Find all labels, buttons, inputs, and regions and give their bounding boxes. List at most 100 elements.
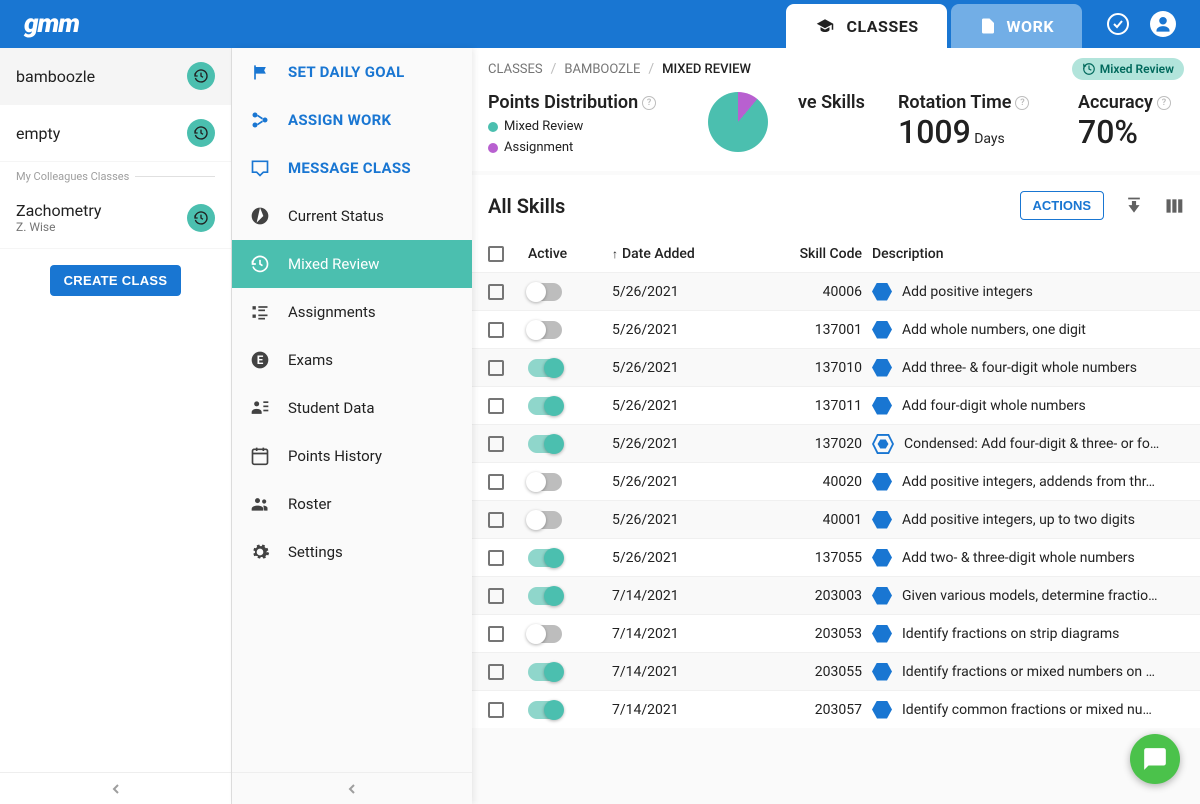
actions-button[interactable]: ACTIONS <box>1020 191 1105 220</box>
tab-work[interactable]: WORK <box>951 4 1082 48</box>
row-checkbox[interactable] <box>488 398 504 414</box>
col-active[interactable]: Active <box>528 246 612 262</box>
goal-icon <box>250 62 270 82</box>
roster-icon <box>250 494 270 514</box>
row-checkbox[interactable] <box>488 360 504 376</box>
crumb-bamboozle[interactable]: BAMBOOZLE <box>564 62 640 77</box>
help-icon[interactable]: ? <box>1015 96 1029 110</box>
help-icon[interactable]: ? <box>642 96 656 110</box>
row-checkbox[interactable] <box>488 588 504 604</box>
cell-desc: Identify fractions on strip diagrams <box>902 626 1119 642</box>
nav-assign[interactable]: ASSIGN WORK <box>232 96 472 144</box>
nav-settings[interactable]: Settings <box>232 528 472 576</box>
chat-button[interactable] <box>1130 734 1180 784</box>
account-icon[interactable] <box>1150 11 1176 37</box>
active-toggle[interactable] <box>528 663 562 681</box>
nav-roster[interactable]: Roster <box>232 480 472 528</box>
active-toggle[interactable] <box>528 549 562 567</box>
nav-label: MESSAGE CLASS <box>288 159 411 177</box>
classes-icon <box>814 17 836 35</box>
class-name: bamboozle <box>16 67 95 86</box>
section-title: All Skills <box>488 194 565 218</box>
collapse-sidebar-1[interactable] <box>0 772 231 804</box>
table-row: 5/26/202140001Add positive integers, up … <box>472 500 1200 538</box>
legend-dot-mixed <box>488 122 498 132</box>
cell-code: 137055 <box>768 550 872 566</box>
crumb-classes[interactable]: CLASSES <box>488 62 543 77</box>
columns-icon[interactable] <box>1164 196 1184 216</box>
stat-points-distribution: Points Distribution? Mixed Review Assign… <box>488 92 678 155</box>
help-icon[interactable]: ? <box>1157 96 1171 110</box>
row-checkbox[interactable] <box>488 626 504 642</box>
cell-code: 40020 <box>768 474 872 490</box>
cell-date: 7/14/2021 <box>612 626 768 642</box>
class-item[interactable]: empty <box>0 105 231 162</box>
col-code[interactable]: Skill Code <box>768 246 872 262</box>
skill-hex-icon <box>872 473 892 491</box>
active-toggle[interactable] <box>528 701 562 719</box>
row-checkbox[interactable] <box>488 474 504 490</box>
nav-points_history[interactable]: Points History <box>232 432 472 480</box>
nav-mixed[interactable]: Mixed Review <box>232 240 472 288</box>
active-toggle[interactable] <box>528 587 562 605</box>
nav-label: Mixed Review <box>288 255 379 273</box>
active-toggle[interactable] <box>528 321 562 339</box>
create-class-button[interactable]: CREATE CLASS <box>50 265 182 296</box>
nav-goal[interactable]: SET DAILY GOAL <box>232 48 472 96</box>
row-checkbox[interactable] <box>488 322 504 338</box>
nav-student_data[interactable]: Student Data <box>232 384 472 432</box>
points_history-icon <box>250 446 270 466</box>
message-icon <box>250 158 270 178</box>
nav-status[interactable]: Current Status <box>232 192 472 240</box>
class-teacher: Z. Wise <box>16 220 101 234</box>
skill-hex-icon <box>872 587 892 605</box>
table-row: 5/26/2021137010Add three- & four-digit w… <box>472 348 1200 386</box>
col-date[interactable]: ↑Date Added <box>612 246 768 262</box>
active-toggle[interactable] <box>528 511 562 529</box>
active-toggle[interactable] <box>528 359 562 377</box>
sort-asc-icon: ↑ <box>612 247 618 261</box>
row-checkbox[interactable] <box>488 664 504 680</box>
cell-date: 5/26/2021 <box>612 474 768 490</box>
check-icon[interactable] <box>1106 12 1130 36</box>
cell-date: 7/14/2021 <box>612 702 768 718</box>
history-icon[interactable] <box>187 119 215 147</box>
history-icon[interactable] <box>187 204 215 232</box>
nav-label: Current Status <box>288 207 384 225</box>
download-icon[interactable] <box>1124 196 1144 216</box>
breadcrumb: CLASSES / BAMBOOZLE / MIXED REVIEW Mixed… <box>472 48 1200 86</box>
cell-desc: Add two- & three-digit whole numbers <box>902 550 1135 566</box>
nav-assignments[interactable]: Assignments <box>232 288 472 336</box>
class-sidebar: bamboozleempty My Colleagues Classes Zac… <box>0 48 232 804</box>
history-icon[interactable] <box>187 62 215 90</box>
cell-code: 40006 <box>768 284 872 300</box>
row-checkbox[interactable] <box>488 512 504 528</box>
cell-code: 203003 <box>768 588 872 604</box>
tab-classes[interactable]: CLASSES <box>786 4 946 48</box>
col-desc[interactable]: Description <box>872 246 1184 262</box>
active-toggle[interactable] <box>528 397 562 415</box>
row-checkbox[interactable] <box>488 436 504 452</box>
nav-exams[interactable]: EExams <box>232 336 472 384</box>
nav-label: ASSIGN WORK <box>288 111 391 129</box>
class-name: Zachometry <box>16 201 101 220</box>
class-item[interactable]: bamboozle <box>0 48 231 105</box>
mixed-review-pill[interactable]: Mixed Review <box>1072 58 1184 80</box>
table-row: 7/14/2021203057Identify common fractions… <box>472 690 1200 728</box>
logo: gmm <box>0 9 79 39</box>
nav-message[interactable]: MESSAGE CLASS <box>232 144 472 192</box>
active-toggle[interactable] <box>528 283 562 301</box>
row-checkbox[interactable] <box>488 702 504 718</box>
skill-hex-icon <box>872 359 892 377</box>
collapse-sidebar-2[interactable] <box>232 772 472 804</box>
cell-date: 5/26/2021 <box>612 512 768 528</box>
active-toggle[interactable] <box>528 435 562 453</box>
select-all-checkbox[interactable] <box>488 246 504 262</box>
skill-hex-icon <box>872 663 892 681</box>
active-toggle[interactable] <box>528 473 562 491</box>
row-checkbox[interactable] <box>488 550 504 566</box>
active-toggle[interactable] <box>528 625 562 643</box>
colleague-class-item[interactable]: ZachometryZ. Wise <box>0 187 231 249</box>
row-checkbox[interactable] <box>488 284 504 300</box>
skill-hex-icon <box>872 511 892 529</box>
